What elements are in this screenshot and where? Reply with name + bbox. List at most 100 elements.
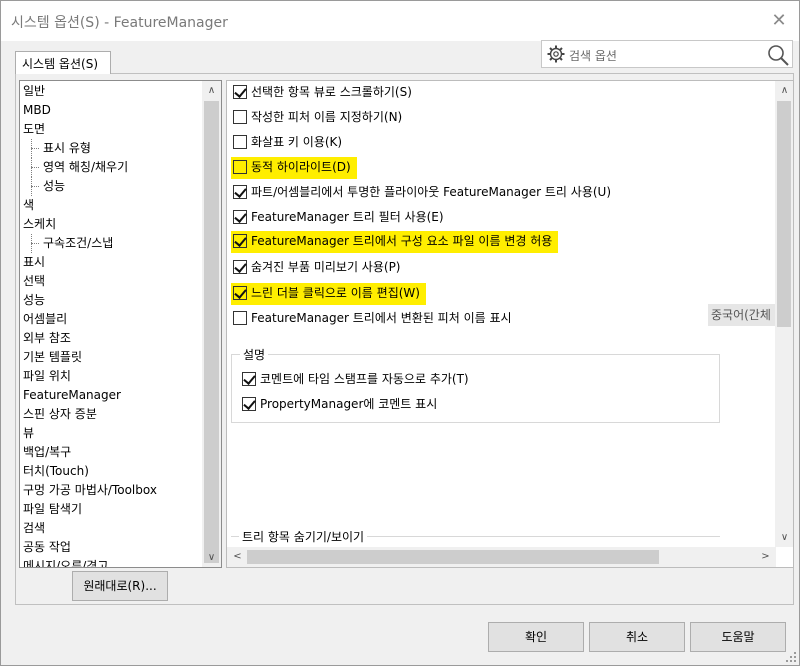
description-group: 설명 코멘트에 타임 스탬프를 자동으로 추가(T) PropertyManage… [231,346,720,423]
option-row[interactable]: FeatureManager 트리에서 변환된 피처 이름 표시 [231,308,518,330]
description-option-row[interactable]: PropertyManager에 코멘트 표시 [240,394,443,416]
tree-connector [31,167,39,168]
tree-item[interactable]: 표시 유형 [23,139,203,158]
chevron-right-icon[interactable]: > [757,548,774,565]
option-row[interactable]: FeatureManager 트리에서 구성 요소 파일 이름 변경 허용 [231,231,559,253]
ok-button[interactable]: 확인 [488,622,584,652]
tree-item-label: 파일 위치 [23,369,71,383]
panel-vertical-scrollbar[interactable]: ∧ ∨ [775,81,793,547]
options-tree[interactable]: 일반 MBD 도면 표시 유형 영역 해칭/채우기 성능 색 스케치 구속조건/스냅 표시 선택 성능… [19,80,222,568]
tree-item[interactable]: 검색 [23,519,203,538]
tree-item[interactable]: 스핀 상자 증분 [23,405,203,424]
close-icon[interactable]: ✕ [767,9,791,33]
tree-item[interactable]: 성능 [23,291,203,310]
tree-visibility-group-title: 트리 항목 숨기기/보이기 [239,528,368,545]
tree-scroll-thumb[interactable] [204,101,219,563]
option-checkbox[interactable] [233,210,247,224]
tree-item-label: 성능 [23,293,46,307]
tree-item[interactable]: 어셈블리 [23,310,203,329]
tree-item-label: 스핀 상자 증분 [23,407,97,421]
option-row[interactable]: 숨겨진 부품 미리보기 사용(P) [231,257,406,279]
option-checkbox[interactable] [233,286,247,300]
option-row[interactable]: 화살표 키 이용(K) [231,132,348,154]
tree-item[interactable]: 공동 작업 [23,538,203,557]
description-option-row[interactable]: 코멘트에 타임 스탬프를 자동으로 추가(T) [240,369,475,391]
option-label: FeatureManager 트리에서 구성 요소 파일 이름 변경 허용 [251,234,553,248]
tree-item-label: 백업/복구 [23,445,72,459]
cancel-button[interactable]: 취소 [589,622,685,652]
chevron-up-icon[interactable]: ∧ [776,82,793,99]
tree-item[interactable]: 파일 위치 [23,367,203,386]
window-title: 시스템 옵션(S) - FeatureManager [11,15,228,31]
panel-vscroll-thumb[interactable] [777,101,791,327]
tree-item-label: 메시지/오류/경고 [23,559,109,568]
option-checkbox[interactable] [233,234,247,248]
chevron-down-icon[interactable]: ∨ [203,549,220,566]
tree-item[interactable]: 백업/복구 [23,443,203,462]
option-row[interactable]: FeatureManager 트리 필터 사용(E) [231,207,450,229]
chevron-left-icon[interactable]: < [229,548,246,565]
tree-item[interactable]: 뷰 [23,424,203,443]
tab-system-options[interactable]: 시스템 옵션(S) [15,51,111,74]
tree-item[interactable]: FeatureManager [23,386,203,405]
option-checkbox[interactable] [233,135,247,149]
chevron-up-icon[interactable]: ∧ [203,82,220,99]
tree-item[interactable]: 성능 [23,177,203,196]
description-option-label: PropertyManager에 코멘트 표시 [260,397,438,411]
system-options-dialog: 시스템 옵션(S) - FeatureManager ✕ 시스템 옵션(S) 검… [0,0,800,666]
option-label: 동적 하이라이트(D) [251,160,351,174]
tree-connector [31,148,39,149]
description-option-checkbox[interactable] [242,372,256,386]
tree-item[interactable]: 기본 템플릿 [23,348,203,367]
option-row[interactable]: 느린 더블 클릭으로 이름 편집(W) [231,283,426,305]
tree-item[interactable]: 구속조건/스냅 [23,234,203,253]
resize-grip-icon[interactable] [785,651,797,663]
option-label: 작성한 피처 이름 지정하기(N) [251,110,403,124]
option-label: FeatureManager 트리 필터 사용(E) [251,210,444,224]
option-checkbox[interactable] [233,160,247,174]
tree-item[interactable]: 파일 탐색기 [23,500,203,519]
tree-item-label: 도면 [23,122,46,136]
option-row[interactable]: 선택한 항목 뷰로 스크롤하기(S) [231,82,418,104]
option-row[interactable]: 동적 하이라이트(D) [231,157,357,179]
magnifier-icon[interactable] [766,43,790,67]
tree-item[interactable]: 스케치 [23,215,203,234]
option-checkbox[interactable] [233,110,247,124]
option-label: 느린 더블 클릭으로 이름 편집(W) [251,286,420,300]
tree-item[interactable]: 구멍 가공 마법사/Toolbox [23,481,203,500]
option-checkbox[interactable] [233,311,247,325]
chevron-down-icon[interactable]: ∨ [776,529,793,546]
option-row[interactable]: 파트/어셈블리에서 투명한 플라이아웃 FeatureManager 트리 사용… [231,182,617,204]
tree-item-label: 색 [23,198,35,212]
tree-scrollbar[interactable]: ∧ ∨ [202,81,221,567]
tree-item[interactable]: MBD [23,101,203,120]
tree-item[interactable]: 표시 [23,253,203,272]
panel-horizontal-scrollbar[interactable]: < > [227,547,776,567]
option-row[interactable]: 작성한 피처 이름 지정하기(N) [231,107,408,129]
tree-item[interactable]: 선택 [23,272,203,291]
tree-item[interactable]: 색 [23,196,203,215]
tree-item[interactable]: 도면 [23,120,203,139]
tree-item-label: 외부 참조 [23,331,71,345]
tree-item-label: 구속조건/스냅 [43,236,114,250]
option-checkbox[interactable] [233,85,247,99]
tree-item-label: 어셈블리 [23,312,68,326]
feature-manager-options-panel: 선택한 항목 뷰로 스크롤하기(S) 작성한 피처 이름 지정하기(N) 화살표 키… [226,80,794,568]
gear-icon [547,45,565,63]
tree-item[interactable]: 메시지/오류/경고 [23,557,203,568]
tree-item[interactable]: 터치(Touch) [23,462,203,481]
tree-item[interactable]: 영역 해칭/채우기 [23,158,203,177]
option-label: 선택한 항목 뷰로 스크롤하기(S) [251,85,412,99]
description-option-checkbox[interactable] [242,397,256,411]
tree-item-label: 공동 작업 [23,540,71,554]
reset-button[interactable]: 원래대로(R)... [72,571,168,601]
search-options-box[interactable]: 검색 옵션 [541,40,793,68]
help-button[interactable]: 도움말 [690,622,786,652]
tree-item[interactable]: 외부 참조 [23,329,203,348]
tree-item[interactable]: 일반 [23,82,203,101]
option-checkbox[interactable] [233,260,247,274]
panel-hscroll-thumb[interactable] [247,550,659,564]
tree-item-label: FeatureManager [23,388,121,402]
tree-item-label: 일반 [23,84,46,98]
option-checkbox[interactable] [233,185,247,199]
